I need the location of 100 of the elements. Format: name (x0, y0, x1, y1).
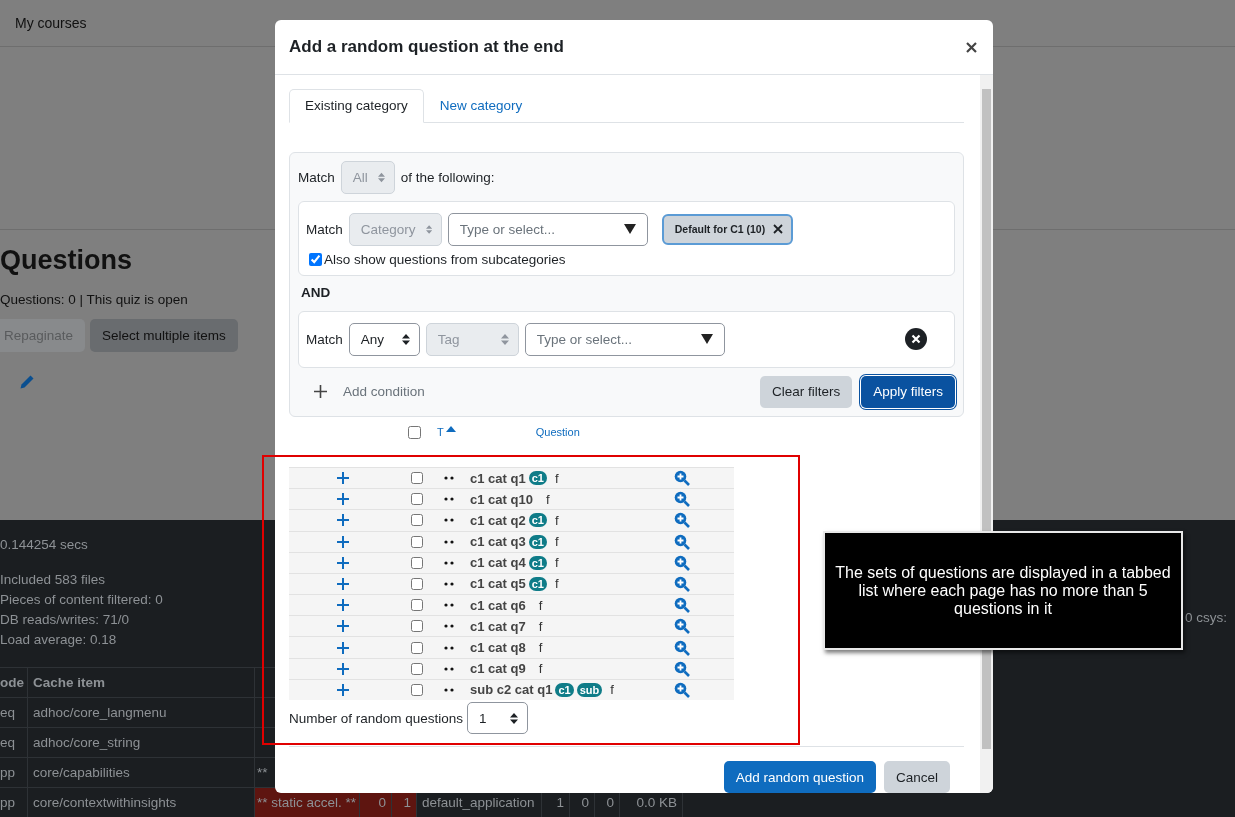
row-checkbox[interactable] (411, 514, 423, 527)
updown-caret-icon (401, 333, 410, 345)
column-sort-link[interactable]: T (437, 426, 456, 439)
match-suffix: of the following: (400, 169, 495, 185)
add-icon[interactable] (336, 640, 350, 655)
updown-caret-icon (510, 712, 519, 724)
type-label: f (554, 512, 559, 528)
question-name: c1 cat q1 (470, 470, 526, 486)
type-label: f (554, 534, 559, 550)
updown-caret-icon (377, 171, 385, 183)
row-checkbox[interactable] (411, 683, 423, 696)
clear-button[interactable]: Clear filters (759, 375, 853, 408)
select-all-checkbox[interactable] (408, 425, 421, 439)
row-checkbox[interactable] (411, 472, 423, 485)
updown-caret-icon (425, 223, 432, 235)
add-icon[interactable] (336, 661, 350, 676)
zoom-in-icon[interactable] (674, 639, 690, 656)
callout-note: The sets of questions are displayed in a tabbed list where each page has no more than 5 questions in it (823, 531, 1183, 650)
zoom-in-icon[interactable] (674, 554, 690, 571)
column-header: Cache item (28, 668, 255, 697)
match-label: Match (306, 331, 343, 347)
row-checkbox[interactable] (411, 535, 423, 548)
add-icon[interactable] (336, 576, 350, 591)
apply-button[interactable]: Apply filters (861, 375, 955, 408)
join-select[interactable]: Any (348, 322, 420, 356)
zoom-in-icon[interactable] (674, 681, 690, 698)
question-name: c1 cat q9 (470, 661, 526, 677)
dots-icon (444, 624, 454, 629)
zoom-in-icon[interactable] (674, 470, 690, 487)
nav-link[interactable]: My courses (15, 15, 87, 31)
question-name: c1 cat q7 (470, 618, 526, 634)
question-name: c1 cat q2 (470, 512, 526, 528)
tab[interactable]: Existing category (289, 89, 424, 123)
search-field[interactable]: Type or select... (524, 322, 725, 356)
dots-icon (444, 539, 454, 544)
table-cell: eq (0, 698, 28, 727)
question-name: c1 cat q6 (470, 597, 526, 613)
column-header: ode (0, 668, 28, 697)
zoom-in-icon[interactable] (674, 575, 690, 592)
table-cell: adhoc/core_langmenu (28, 698, 255, 727)
add-icon[interactable] (336, 555, 350, 570)
type-label: f (554, 555, 559, 571)
table-cell: core/capabilities (28, 758, 255, 787)
row-checkbox[interactable] (411, 641, 423, 654)
perf-stat: DB reads/writes: 71/0 (0, 611, 130, 629)
cancel-button[interactable]: Cancel (883, 761, 950, 793)
select-items-button[interactable]: Select multiple items (90, 319, 238, 353)
row-checkbox[interactable] (411, 662, 423, 675)
tag-badge: c1 (528, 513, 547, 528)
add-icon[interactable] (336, 492, 350, 507)
add-condition-button[interactable]: Add condition (298, 384, 425, 400)
match-label: Match (306, 221, 343, 237)
subcategories-checkbox[interactable] (309, 252, 322, 266)
zoom-in-icon[interactable] (674, 660, 690, 677)
column-sort-link[interactable]: Question (535, 426, 580, 439)
add-icon[interactable] (336, 513, 350, 528)
zoom-in-icon[interactable] (674, 597, 690, 614)
perf-stat: Included 583 files (0, 571, 106, 589)
question-name: c1 cat q10 (470, 491, 533, 507)
add-icon[interactable] (336, 619, 350, 634)
dropdown-arrow-icon (623, 224, 636, 235)
add-icon[interactable] (336, 534, 350, 549)
row-checkbox[interactable] (411, 577, 423, 590)
search-field[interactable]: Type or select... (447, 212, 648, 246)
row-checkbox[interactable] (411, 493, 423, 506)
close-button[interactable] (966, 41, 977, 53)
table-cell: pp (0, 758, 28, 787)
remove-icon[interactable] (905, 328, 927, 351)
page-heading: Questions (0, 245, 133, 277)
zoom-in-icon[interactable] (674, 512, 690, 529)
tag-badge: c1 (528, 534, 547, 549)
question-name: c1 cat q5 (470, 576, 526, 592)
row-checkbox[interactable] (411, 599, 423, 612)
zoom-in-icon[interactable] (674, 491, 690, 508)
perf-stat: 0.144254 secs (0, 536, 88, 554)
dots-icon (444, 666, 454, 671)
tag-badge: c1 (528, 555, 547, 570)
add-icon[interactable] (336, 598, 350, 613)
add-icon[interactable] (336, 682, 350, 697)
close-icon[interactable] (773, 224, 784, 235)
quiz-summary: Questions: 0 | This quiz is open (0, 292, 188, 308)
dots-icon (444, 560, 454, 565)
tab[interactable]: New category (423, 89, 539, 123)
count-select[interactable]: 1 (467, 702, 529, 734)
zoom-in-icon[interactable] (674, 533, 690, 550)
add-question-button[interactable]: Add random question (723, 761, 876, 793)
row-checkbox[interactable] (411, 620, 423, 633)
tag-badge: c1 (528, 471, 547, 486)
row-checkbox[interactable] (411, 556, 423, 569)
add-icon[interactable] (336, 471, 350, 486)
zoom-in-icon[interactable] (674, 618, 690, 635)
match-label: Match (298, 169, 335, 185)
dropdown-arrow-icon (700, 334, 713, 345)
type-label: f (538, 640, 543, 656)
dots-icon (444, 581, 454, 586)
dots-icon (444, 497, 454, 502)
type-label: f (554, 576, 559, 592)
filter-chip[interactable]: Default for C1 (10) (661, 213, 794, 245)
type-label: f (538, 618, 543, 634)
tag-badge: c1 (555, 682, 574, 697)
